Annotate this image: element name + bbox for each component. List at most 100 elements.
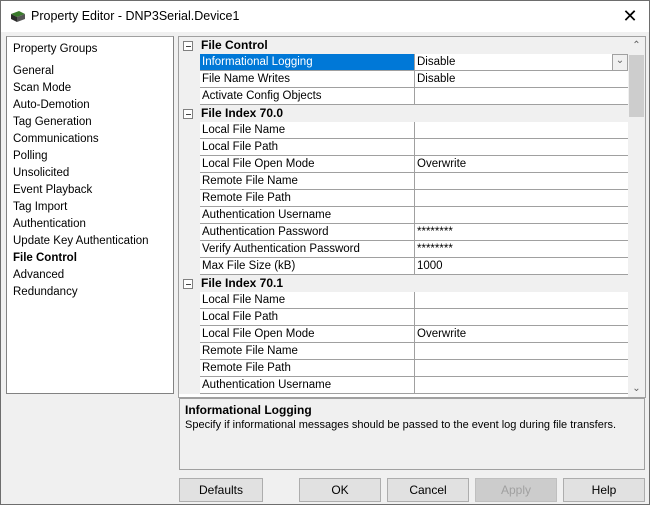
group-item-authentication[interactable]: Authentication — [13, 216, 86, 233]
property-name[interactable]: Verify Authentication Password — [200, 241, 415, 258]
property-grid: File Control Informational Logging Disab… — [178, 36, 646, 398]
property-row[interactable]: Activate Config Objects — [179, 88, 631, 105]
description-panel: Informational Logging Specify if informa… — [179, 398, 645, 470]
group-item-auto-demotion[interactable]: Auto-Demotion — [13, 97, 90, 114]
property-value[interactable]: Disable — [413, 71, 631, 88]
property-row[interactable]: Local File Path — [179, 139, 631, 156]
property-row[interactable]: Local File Path — [179, 309, 631, 326]
group-item-advanced[interactable]: Advanced — [13, 267, 64, 284]
row-gutter — [179, 122, 200, 139]
property-name[interactable]: Authentication Username — [200, 207, 415, 224]
help-button[interactable]: Help — [563, 478, 645, 502]
property-name[interactable]: Remote File Name — [200, 173, 415, 190]
property-value: Disable — [417, 56, 456, 68]
property-name[interactable]: Local File Open Mode — [200, 156, 415, 173]
category-file-index-70-0: File Index 70.0 — [179, 105, 629, 122]
property-row[interactable]: Verify Authentication Password ******** — [179, 241, 631, 258]
property-value[interactable] — [413, 377, 631, 394]
property-name[interactable]: Remote File Path — [200, 190, 415, 207]
group-item-scan-mode[interactable]: Scan Mode — [13, 80, 71, 97]
property-name[interactable]: Activate Config Objects — [200, 88, 415, 105]
property-value-dropdown[interactable]: Disable ⌄ — [413, 54, 631, 71]
property-name[interactable]: Local File Name — [200, 122, 415, 139]
row-gutter — [179, 54, 200, 71]
property-row[interactable]: Max File Size (kB) 1000 — [179, 258, 631, 275]
property-name[interactable]: Local File Path — [200, 309, 415, 326]
title-bar: Property Editor - DNP3Serial.Device1 ✕ — [1, 1, 649, 32]
group-item-unsolicited[interactable]: Unsolicited — [13, 165, 69, 182]
property-row[interactable]: Remote File Path — [179, 360, 631, 377]
property-name[interactable]: Max File Size (kB) — [200, 258, 415, 275]
row-gutter — [179, 309, 200, 326]
property-value[interactable] — [413, 343, 631, 360]
collapse-icon[interactable] — [183, 279, 193, 289]
chevron-down-icon[interactable]: ⌄ — [628, 380, 645, 397]
property-row[interactable]: Informational Logging Disable ⌄ — [179, 54, 631, 71]
group-item-polling[interactable]: Polling — [13, 148, 48, 165]
property-row[interactable]: Authentication Username — [179, 377, 631, 394]
chevron-up-icon[interactable]: ⌃ — [628, 37, 645, 54]
property-value[interactable]: Overwrite — [413, 326, 631, 343]
property-value[interactable]: 1000 — [413, 258, 631, 275]
defaults-button[interactable]: Defaults — [179, 478, 263, 502]
cancel-button[interactable]: Cancel — [387, 478, 469, 502]
property-row[interactable]: Remote File Name — [179, 173, 631, 190]
row-gutter — [179, 360, 200, 377]
close-icon[interactable]: ✕ — [619, 6, 641, 26]
property-value[interactable] — [413, 309, 631, 326]
property-value[interactable] — [413, 207, 631, 224]
row-gutter — [179, 224, 200, 241]
property-value[interactable] — [413, 360, 631, 377]
property-row[interactable]: Local File Name — [179, 122, 631, 139]
row-gutter — [179, 139, 200, 156]
category-title: File Index 70.0 — [201, 106, 284, 120]
property-row[interactable]: Authentication Password ******** — [179, 224, 631, 241]
group-item-event-playback[interactable]: Event Playback — [13, 182, 92, 199]
property-name[interactable]: Authentication Username — [200, 377, 415, 394]
ok-button[interactable]: OK — [299, 478, 381, 502]
property-row[interactable]: File Name Writes Disable — [179, 71, 631, 88]
property-row[interactable]: Local File Open Mode Overwrite — [179, 156, 631, 173]
property-name[interactable]: Informational Logging — [200, 54, 415, 71]
group-item-tag-import[interactable]: Tag Import — [13, 199, 67, 216]
scrollbar-thumb[interactable] — [629, 55, 644, 117]
category-title: File Control — [201, 38, 268, 52]
row-gutter — [179, 258, 200, 275]
row-gutter — [179, 241, 200, 258]
chevron-down-icon[interactable]: ⌄ — [612, 54, 628, 71]
group-item-redundancy[interactable]: Redundancy — [13, 284, 78, 301]
property-value[interactable] — [413, 292, 631, 309]
property-value[interactable]: ******** — [413, 224, 631, 241]
property-value[interactable]: Overwrite — [413, 156, 631, 173]
property-name[interactable]: Local File Open Mode — [200, 326, 415, 343]
property-value[interactable] — [413, 88, 631, 105]
description-title: Informational Logging — [185, 403, 312, 417]
property-row[interactable]: Local File Name — [179, 292, 631, 309]
property-name[interactable]: Remote File Name — [200, 343, 415, 360]
apply-button[interactable]: Apply — [475, 478, 557, 502]
property-name[interactable]: Authentication Password — [200, 224, 415, 241]
property-value[interactable] — [413, 173, 631, 190]
group-item-communications[interactable]: Communications — [13, 131, 99, 148]
property-row[interactable]: Remote File Name — [179, 343, 631, 360]
row-gutter — [179, 173, 200, 190]
vertical-scrollbar[interactable]: ⌃ ⌄ — [628, 37, 645, 397]
property-value[interactable] — [413, 122, 631, 139]
property-name[interactable]: File Name Writes — [200, 71, 415, 88]
property-value[interactable]: ******** — [413, 241, 631, 258]
property-name[interactable]: Local File Name — [200, 292, 415, 309]
property-name[interactable]: Local File Path — [200, 139, 415, 156]
group-item-update-key-authentication[interactable]: Update Key Authentication — [13, 233, 149, 250]
property-row[interactable]: Local File Open Mode Overwrite — [179, 326, 631, 343]
group-item-tag-generation[interactable]: Tag Generation — [13, 114, 92, 131]
group-item-general[interactable]: General — [13, 63, 54, 80]
property-row[interactable]: Remote File Path — [179, 190, 631, 207]
collapse-icon[interactable] — [183, 41, 193, 51]
row-gutter — [179, 88, 200, 105]
property-value[interactable] — [413, 190, 631, 207]
group-item-file-control[interactable]: File Control — [13, 250, 77, 267]
collapse-icon[interactable] — [183, 109, 193, 119]
property-row[interactable]: Authentication Username — [179, 207, 631, 224]
property-name[interactable]: Remote File Path — [200, 360, 415, 377]
property-value[interactable] — [413, 139, 631, 156]
